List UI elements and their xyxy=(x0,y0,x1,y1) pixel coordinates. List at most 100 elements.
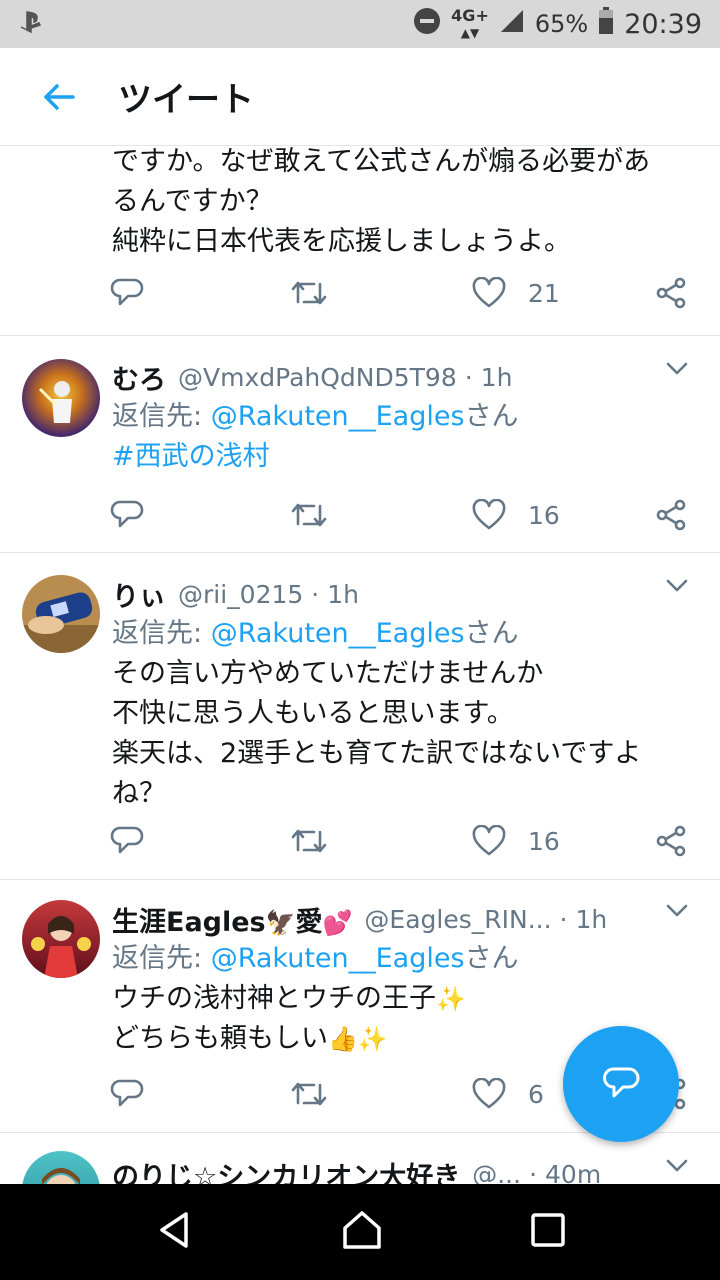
user-handle[interactable]: @rii_0215 xyxy=(178,580,303,609)
tweet-text-line: その言い方やめていただけませんか xyxy=(112,658,544,689)
chevron-down-icon xyxy=(666,362,688,375)
thumbs-up-sparkles-emoji: 👍✨ xyxy=(328,1025,388,1053)
like-button[interactable]: 6 xyxy=(472,1069,544,1119)
tweet-time: 40m xyxy=(545,1159,602,1185)
square-recents-icon xyxy=(531,1213,566,1247)
chevron-down-icon xyxy=(666,1159,688,1172)
user-handle[interactable]: @Eagles_RIN... xyxy=(364,905,551,934)
reply-button[interactable] xyxy=(110,268,144,318)
user-handle[interactable]: @... xyxy=(472,1160,521,1185)
battery-icon xyxy=(598,7,614,41)
reply-context: 返信先: @Rakuten__Eaglesさん xyxy=(112,614,519,654)
reply-icon xyxy=(110,826,144,854)
tweet-time: 1h xyxy=(575,904,608,934)
like-button[interactable]: 21 xyxy=(472,268,560,318)
tweet-menu-button[interactable] xyxy=(666,1158,688,1177)
avatar[interactable] xyxy=(22,900,100,978)
reply-to-link[interactable]: @Rakuten__Eagles xyxy=(211,618,465,649)
share-button[interactable] xyxy=(654,268,688,318)
tweet-actions: 16 xyxy=(110,816,700,866)
heart-icon xyxy=(472,277,506,308)
chevron-down-icon xyxy=(666,579,688,592)
reply-context: 返信先: @Rakuten__Eaglesさん xyxy=(112,397,519,437)
nav-recents-button[interactable] xyxy=(530,1212,566,1252)
reply-icon xyxy=(110,278,144,306)
share-button[interactable] xyxy=(654,490,688,540)
eagle-emoji: 🦅 xyxy=(265,908,296,937)
retweet-button[interactable] xyxy=(290,490,328,540)
tweet-text: ウチの浅村神とウチの王子 xyxy=(112,983,436,1014)
home-icon xyxy=(343,1211,381,1249)
share-icon xyxy=(656,499,686,531)
network-label: 4G+ xyxy=(451,5,489,25)
tweet-menu-button[interactable] xyxy=(666,578,688,597)
display-name-text: 愛 xyxy=(295,906,323,938)
hearts-emoji: 💕 xyxy=(322,908,353,937)
tweet-text-line: ね？ xyxy=(112,778,166,809)
tweet-actions: 21 xyxy=(110,268,700,318)
hashtag-link[interactable]: #西武の浅村 xyxy=(112,437,270,477)
heart-icon xyxy=(472,1078,506,1109)
avatar[interactable] xyxy=(22,575,100,653)
reply-suffix: さん xyxy=(464,943,519,974)
reply-button[interactable] xyxy=(110,816,144,866)
reply-to-link[interactable]: @Rakuten__Eagles xyxy=(211,401,465,432)
tweet-time: 1h xyxy=(480,362,513,392)
retweet-button[interactable] xyxy=(290,1069,328,1119)
share-button[interactable] xyxy=(654,816,688,866)
signal-icon xyxy=(499,8,525,40)
system-nav-bar xyxy=(0,1184,720,1280)
display-name[interactable]: むろ xyxy=(112,358,166,397)
tweet-item[interactable]: りぃ @rii_0215 · 1h 返信先: @Rakuten__Eaglesさ… xyxy=(0,554,720,880)
display-name[interactable]: 生涯Eagles🦅愛💕 xyxy=(112,900,352,939)
display-name[interactable]: のりじ☆シンカリオン大好き xyxy=(112,1155,460,1185)
tweet-item[interactable]: ですか。なぜ敢えて公式さんが煽る必要があ るんですか？ 純粋に日本代表を応援しま… xyxy=(0,147,720,336)
tweet-text-line: ウチの浅村神とウチの王子✨ xyxy=(112,979,466,1019)
display-name[interactable]: りぃ xyxy=(112,575,166,614)
heart-icon xyxy=(472,825,506,856)
avatar[interactable] xyxy=(22,1151,100,1184)
network-indicator: 4G+ ▲▼ xyxy=(451,5,489,40)
retweet-icon xyxy=(291,281,327,305)
reply-button[interactable] xyxy=(110,1069,144,1119)
page-title: ツイート xyxy=(118,80,254,120)
tweet-menu-button[interactable] xyxy=(666,903,688,922)
retweet-icon xyxy=(291,829,327,853)
nav-home-button[interactable] xyxy=(341,1210,383,1254)
chevron-down-icon xyxy=(666,904,688,917)
back-button[interactable] xyxy=(0,48,118,146)
share-icon xyxy=(656,277,686,309)
reply-prefix: 返信先: xyxy=(112,618,211,649)
reply-prefix: 返信先: xyxy=(112,943,211,974)
retweet-icon xyxy=(291,503,327,527)
reply-icon xyxy=(110,1079,144,1107)
app-bar: ツイート xyxy=(0,48,720,146)
retweet-button[interactable] xyxy=(290,816,328,866)
tweet-text-line: るんですか？ xyxy=(112,186,273,217)
reply-to-link[interactable]: @Rakuten__Eagles xyxy=(211,943,465,974)
arrow-left-icon xyxy=(44,83,75,110)
user-handle[interactable]: @VmxdPahQdND5T98 xyxy=(178,363,457,392)
tweet-text-line: どちらも頼もしい👍✨ xyxy=(112,1019,388,1059)
like-button[interactable]: 16 xyxy=(472,816,560,866)
reply-bubble-icon xyxy=(603,1067,640,1098)
share-icon xyxy=(656,825,686,857)
nav-back-button[interactable] xyxy=(154,1210,194,1254)
tweet-menu-button[interactable] xyxy=(666,361,688,380)
reply-suffix: さん xyxy=(464,401,519,432)
retweet-button[interactable] xyxy=(290,268,328,318)
reply-icon xyxy=(110,500,144,528)
tweet-item[interactable]: のりじ☆シンカリオン大好き @... · 40m xyxy=(0,1134,720,1184)
like-button[interactable]: 16 xyxy=(472,490,560,540)
like-count: 21 xyxy=(528,278,560,308)
like-count: 16 xyxy=(528,826,560,856)
tweet-text-line: 純粋に日本代表を応援しましょうよ。 xyxy=(112,226,571,257)
battery-percent: 65% xyxy=(534,10,589,38)
tweet-item[interactable]: むろ @VmxdPahQdND5T98 · 1h 返信先: @Rakuten__… xyxy=(0,337,720,553)
reply-suffix: さん xyxy=(464,618,519,649)
clock: 20:39 xyxy=(624,8,702,40)
display-name-text: 生涯Eagles xyxy=(112,906,266,938)
compose-reply-button[interactable] xyxy=(563,1026,679,1142)
avatar[interactable] xyxy=(22,359,100,437)
reply-button[interactable] xyxy=(110,490,144,540)
